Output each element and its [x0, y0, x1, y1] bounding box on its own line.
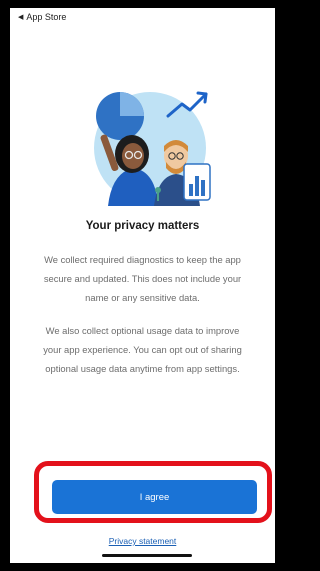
privacy-illustration	[94, 91, 211, 206]
diagnostics-text: We collect required diagnostics to keep …	[43, 254, 242, 303]
back-to-app-store[interactable]: App Store	[26, 12, 66, 22]
privacy-statement-link[interactable]: Privacy statement	[10, 536, 275, 546]
status-bar: ◀ App Store	[10, 8, 275, 26]
pie-chart-icon	[96, 92, 144, 140]
app-screen: ◀ App Store Your privacy matters We coll…	[10, 8, 275, 563]
usage-data-text: We also collect optional usage data to i…	[43, 325, 242, 374]
agree-button[interactable]: I agree	[52, 480, 257, 514]
home-indicator	[102, 554, 192, 557]
page-title: Your privacy matters	[85, 220, 200, 232]
back-arrow-icon[interactable]: ◀	[18, 13, 23, 21]
clipboard-chart-icon	[183, 163, 211, 201]
